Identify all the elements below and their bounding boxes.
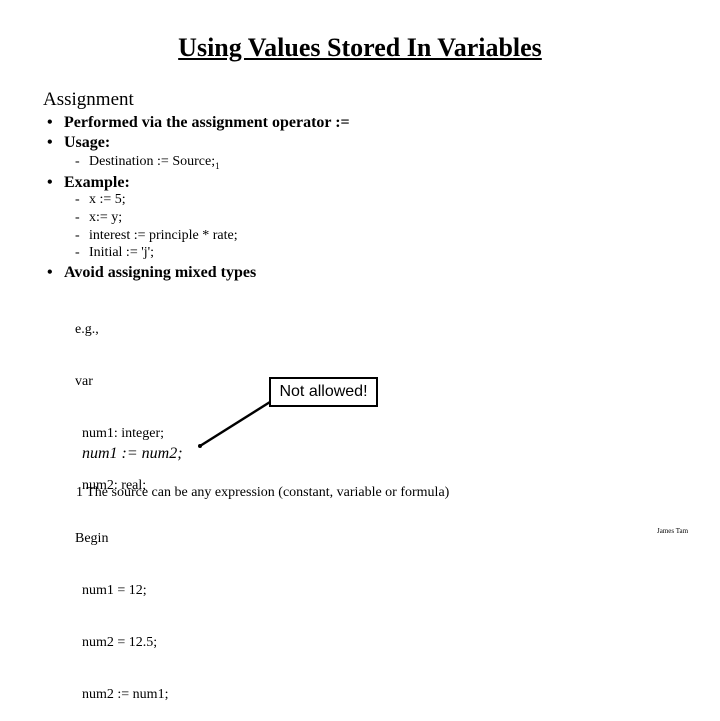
invalid-assignment: num1 := num2; [82,445,183,462]
arrow-line [199,400,271,448]
code-line: num1 = 12; [75,582,147,598]
arrow-dot-icon [198,444,202,448]
author-credit: James Tam [657,527,689,535]
not-allowed-callout: Not allowed! [269,377,378,407]
code-line: num2 := num1; [75,687,169,703]
code-line: num2 = 12.5; [75,635,158,651]
footnote: 1 The source can be any expression (cons… [76,485,450,500]
